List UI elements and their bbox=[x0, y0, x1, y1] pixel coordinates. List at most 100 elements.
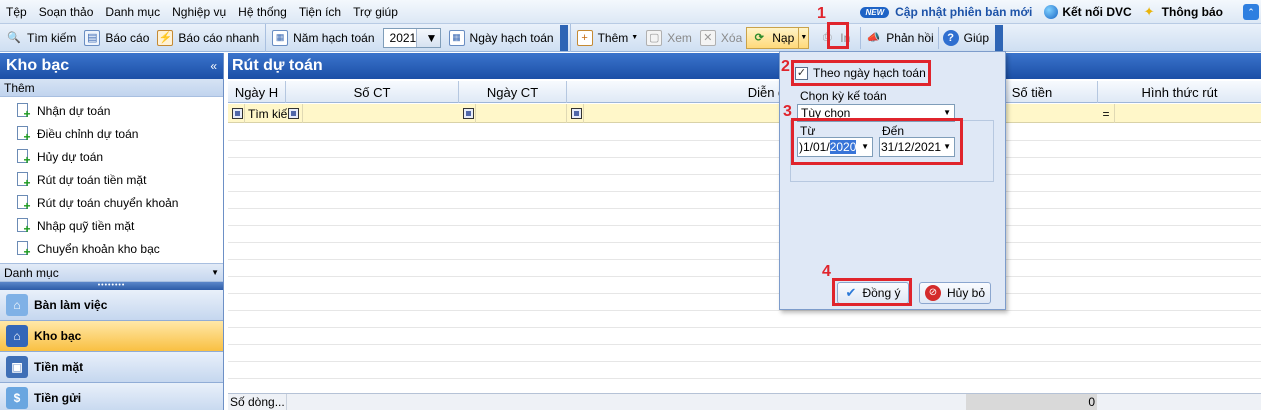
search-button[interactable]: 🔍 Tìm kiếm bbox=[2, 27, 80, 49]
help-button[interactable]: ? Giúp bbox=[937, 26, 993, 49]
table-row[interactable] bbox=[228, 192, 1261, 209]
filter-cell[interactable] bbox=[228, 104, 245, 123]
notifications-link[interactable]: Thông báo bbox=[1162, 5, 1223, 19]
column-header-withdraw-type[interactable]: Hình thức rút bbox=[1098, 81, 1261, 103]
search-label: Tìm kiếm bbox=[27, 30, 77, 45]
filter-search-text: Tìm kiế bbox=[248, 106, 288, 121]
toolbar: 🔍 Tìm kiếm ▤ Báo cáo ⚡ Báo cáo nhanh ▦ N… bbox=[0, 23, 1261, 52]
filter-eq-cell[interactable]: = bbox=[1098, 104, 1115, 123]
row-count-label: Số dòng... bbox=[230, 395, 285, 409]
sidebar-item-label: Rút dự toán tiền mặt bbox=[37, 172, 147, 187]
sidebar-item-receive-estimate[interactable]: + Nhận dự toán bbox=[0, 99, 223, 122]
filter-cell[interactable] bbox=[567, 104, 584, 123]
collapse-ribbon-icon[interactable]: ⌃ bbox=[1243, 4, 1259, 20]
nav-desktop[interactable]: ⌂ Bàn làm việc bbox=[0, 290, 223, 321]
sidebar-item-treasury-transfer[interactable]: + Chuyển khoản kho bạc bbox=[0, 237, 223, 260]
sidebar-item-withdraw-transfer[interactable]: + Rút dự toán chuyển khoản bbox=[0, 191, 223, 214]
sidebar-item-cancel-estimate[interactable]: + Hủy dự toán bbox=[0, 145, 223, 168]
table-row[interactable] bbox=[228, 158, 1261, 175]
annotation-box-2 bbox=[791, 60, 931, 86]
quick-report-button[interactable]: ⚡ Báo cáo nhanh bbox=[153, 27, 263, 49]
sidebar-category-dropdown[interactable]: Danh mục ▼ bbox=[0, 263, 223, 282]
sidebar-title-text: Kho bạc bbox=[6, 57, 70, 74]
fiscal-year-value: 2021 bbox=[389, 30, 417, 45]
filter-cell-doc-number[interactable] bbox=[303, 104, 476, 123]
filter-operator-icon[interactable] bbox=[571, 108, 582, 119]
bank-icon: ⌂ bbox=[6, 325, 28, 347]
sidebar-item-adjust-estimate[interactable]: + Điều chỉnh dự toán bbox=[0, 122, 223, 145]
filter-row: Tìm kiế = bbox=[228, 104, 1261, 123]
sidebar-category-label: Danh mục bbox=[4, 265, 59, 280]
sidebar-item-withdraw-cash[interactable]: + Rút dự toán tiền mặt bbox=[0, 168, 223, 191]
update-link[interactable]: Cập nhật phiên bản mới bbox=[895, 5, 1032, 19]
table-row[interactable] bbox=[228, 294, 1261, 311]
nav-deposit[interactable]: $ Tiền gửi bbox=[0, 383, 223, 410]
filter-operator-icon[interactable] bbox=[288, 108, 300, 119]
help-label: Giúp bbox=[963, 30, 990, 45]
collapse-sidebar-icon[interactable]: « bbox=[210, 59, 217, 73]
table-row[interactable] bbox=[228, 260, 1261, 277]
annotation-number-2: 2 bbox=[781, 58, 790, 75]
sidebar-section-add: Thêm bbox=[0, 79, 223, 97]
table-row[interactable] bbox=[228, 124, 1261, 141]
table-row[interactable] bbox=[228, 175, 1261, 192]
cancel-label: Hủy bỏ bbox=[946, 286, 986, 300]
report-button[interactable]: ▤ Báo cáo bbox=[80, 27, 153, 49]
menu-file[interactable]: Tệp bbox=[0, 5, 33, 19]
fiscal-year-select[interactable]: 2021 ▼ bbox=[382, 27, 441, 48]
table-row[interactable] bbox=[228, 311, 1261, 328]
table-row[interactable] bbox=[228, 362, 1261, 379]
bell-icon: ✦ bbox=[1143, 4, 1155, 19]
add-button[interactable]: + Thêm ▼ bbox=[573, 27, 643, 49]
search-icon: 🔍 bbox=[7, 32, 21, 44]
nav-treasury[interactable]: ⌂ Kho bạc bbox=[0, 321, 223, 352]
nav-cash-label: Tiền mặt bbox=[34, 360, 84, 374]
table-row[interactable] bbox=[228, 209, 1261, 226]
sidebar-item-label: Rút dự toán chuyển khoản bbox=[37, 195, 179, 210]
sidebar-item-label: Nhận dự toán bbox=[37, 103, 111, 118]
nav-cash[interactable]: ▣ Tiền mặt bbox=[0, 352, 223, 383]
filter-operator-icon[interactable] bbox=[232, 108, 243, 119]
table-row[interactable] bbox=[228, 328, 1261, 345]
column-header-doc-date[interactable]: Ngày CT bbox=[459, 81, 567, 103]
filter-eq-operator: = bbox=[1102, 106, 1110, 121]
menu-operations[interactable]: Nghiệp vụ bbox=[166, 5, 232, 19]
view-button[interactable]: ▢ Xem bbox=[642, 27, 696, 49]
add-doc-icon: + bbox=[16, 125, 32, 143]
load-dropdown-arrow[interactable]: ▼ bbox=[799, 26, 810, 49]
menu-edit[interactable]: Soạn thảo bbox=[33, 5, 100, 19]
menu-utilities[interactable]: Tiện ích bbox=[293, 5, 347, 19]
sidebar-splitter-grip[interactable]: •••••••• bbox=[0, 282, 223, 290]
refresh-icon: ⟳ bbox=[754, 32, 764, 44]
posting-date-button[interactable]: ▦ Ngày hạch toán bbox=[445, 27, 558, 49]
column-header-posting-date[interactable]: Ngày H bbox=[228, 81, 286, 103]
fiscal-year-label-wrap: ▦ Năm hạch toán bbox=[268, 27, 378, 49]
table-row[interactable] bbox=[228, 277, 1261, 294]
delete-button[interactable]: ✕ Xóa bbox=[696, 27, 746, 49]
calendar-icon: ▦ bbox=[272, 29, 289, 46]
table-row[interactable] bbox=[228, 345, 1261, 362]
globe-icon bbox=[1044, 5, 1059, 19]
table-row[interactable] bbox=[228, 226, 1261, 243]
load-button[interactable]: ⟳ Nạp bbox=[746, 26, 800, 49]
connect-dvc-link[interactable]: Kết nối DVC bbox=[1062, 5, 1131, 19]
menu-help[interactable]: Trợ giúp bbox=[347, 5, 404, 19]
menu-catalog[interactable]: Danh mục bbox=[99, 5, 166, 19]
chevron-down-icon[interactable]: ▼ bbox=[416, 28, 440, 47]
menu-system[interactable]: Hệ thống bbox=[232, 5, 293, 19]
sidebar-item-label: Chuyển khoản kho bạc bbox=[37, 241, 160, 256]
table-row[interactable] bbox=[228, 243, 1261, 260]
filter-operator-icon[interactable] bbox=[463, 108, 474, 119]
sidebar-item-cash-deposit[interactable]: + Nhập quỹ tiền mặt bbox=[0, 214, 223, 237]
feedback-button[interactable]: 📣 Phản hồi bbox=[860, 26, 937, 49]
filter-cell[interactable] bbox=[459, 104, 476, 123]
cancel-button[interactable]: ⊘ Hủy bỏ bbox=[919, 282, 991, 304]
toolbar-overflow-handle-2[interactable] bbox=[995, 24, 1004, 51]
add-dropdown-icon[interactable]: ▼ bbox=[631, 34, 638, 41]
table-row[interactable] bbox=[228, 141, 1261, 158]
filter-search-cell[interactable]: Tìm kiế bbox=[245, 104, 303, 123]
load-options-popup: ✓ Theo ngày hạch toán Chọn kỳ kế toán Tù… bbox=[779, 51, 1006, 310]
column-header-doc-number[interactable]: Số CT bbox=[286, 81, 459, 103]
toolbar-overflow-handle[interactable] bbox=[559, 24, 568, 51]
filter-cell-doc-date[interactable] bbox=[476, 104, 567, 123]
